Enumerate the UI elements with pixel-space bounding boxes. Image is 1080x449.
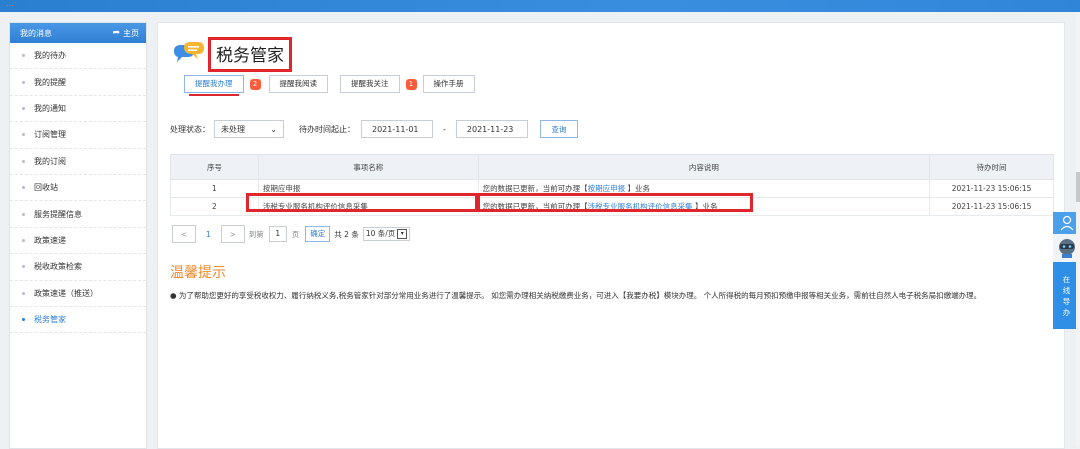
count-badge: 2 (249, 78, 261, 90)
sidebar-item-label: 我的提醒 (34, 77, 66, 87)
end-date-input[interactable]: 2021-11-23 (455, 120, 528, 138)
guide-char: 导 (1062, 296, 1071, 306)
page-input[interactable]: 1 (268, 226, 287, 242)
bullet-icon (22, 54, 25, 58)
bullet-icon (22, 212, 25, 216)
desc-text: 您的数据已更新，当前可办理【 (482, 184, 588, 193)
tab-remind-follow[interactable]: 提醒我关注 (340, 75, 400, 93)
sidebar-title: 我的消息 (20, 28, 52, 38)
tab-label: 提醒我关注 (351, 79, 389, 88)
guide-char: 办 (1062, 307, 1071, 317)
confirm-page-button[interactable]: 确定 (305, 226, 331, 242)
guide-char: 在 (1062, 274, 1071, 284)
sidebar-item-subscription-mgmt[interactable]: 订阅管理 (10, 122, 146, 149)
page-size-value: 10 条/页 (365, 229, 396, 238)
date-separator: - (443, 124, 446, 134)
sidebar-item-label: 订阅管理 (34, 130, 66, 140)
title-row: 税务管家 (172, 37, 292, 72)
tab-manual[interactable]: 操作手册 (422, 75, 475, 93)
sidebar-item-service-reminders[interactable]: 服务提醒信息 (10, 201, 146, 228)
tab-bar: 提醒我办理 2 提醒我阅读 提醒我关注 1 操作手册 (184, 75, 475, 96)
status-label: 处理状态： (170, 124, 210, 134)
col-header-time: 待办时间 (929, 154, 1054, 180)
home-label: 主页 (123, 28, 139, 38)
tab-remind-handle[interactable]: 提醒我办理 (184, 75, 244, 96)
highlight-box-name (246, 193, 478, 212)
scroll-thumb[interactable] (1076, 172, 1080, 202)
tip-title: 温馨提示 (170, 265, 226, 281)
tab-label: 提醒我办理 (195, 79, 233, 88)
sidebar-header: 我的消息 ➦ 主页 (10, 23, 146, 43)
next-page-button[interactable]: > (220, 225, 245, 243)
sidebar-item-notices[interactable]: 我的通知 (10, 96, 146, 123)
sidebar-item-policy-push[interactable]: 政策速递（推送） (10, 281, 146, 307)
bullet-icon (22, 159, 25, 163)
sidebar-item-label: 税收政策检索 (34, 262, 82, 272)
bullet-icon (22, 291, 25, 295)
highlight-box-desc (477, 193, 753, 212)
sidebar-item-label: 税务管家 (34, 315, 66, 325)
main-panel: 税务管家 提醒我办理 2 提醒我阅读 提醒我关注 1 操作手册 处理状态： 未处… (157, 22, 1065, 449)
active-tab-underline (189, 94, 239, 96)
sidebar-item-tax-butler[interactable]: 税务管家 (10, 307, 146, 334)
sidebar-item-label: 我的通知 (34, 103, 66, 113)
prev-page-button[interactable]: < (172, 225, 196, 243)
sidebar: 我的消息 ➦ 主页 我的待办 我的提醒 我的通知 订阅管理 我的订阅 回收站 服… (9, 22, 147, 449)
page-scrollbar[interactable] (1076, 12, 1080, 447)
tip-text: ● 为了帮助您更好的享受税收权力、履行纳税义务,税务管家针对部分常用业务进行了温… (170, 291, 982, 300)
tab-label: 操作手册 (433, 79, 464, 88)
sidebar-item-recycle-bin[interactable]: 回收站 (10, 175, 146, 202)
sidebar-item-policy-express[interactable]: 政策速递 (10, 228, 146, 255)
start-date-input[interactable]: 2021-11-01 (361, 120, 433, 138)
bullet-icon (22, 80, 25, 84)
business-link[interactable]: 按期应申报 (588, 184, 626, 193)
dropdown-arrow-icon: ▾ (397, 229, 408, 239)
total-count: 共 2 条 (334, 229, 359, 239)
sidebar-item-label: 我的订阅 (34, 156, 66, 166)
col-header-no: 序号 (170, 154, 259, 180)
sidebar-item-label: 回收站 (34, 183, 58, 193)
bullet-icon (22, 265, 25, 269)
status-select[interactable]: 未处理 ⌄ (214, 120, 284, 138)
desc-text: 】业务 (625, 184, 651, 193)
sidebar-item-reminders[interactable]: 我的提醒 (10, 69, 146, 96)
query-button[interactable]: 查询 (539, 120, 578, 138)
page-title: 税务管家 (208, 37, 292, 72)
sidebar-item-my-subscriptions[interactable]: 我的订阅 (10, 149, 146, 175)
table-header-row: 序号 事项名称 内容说明 待办时间 (170, 154, 1054, 180)
bullet-icon (22, 133, 25, 137)
page-unit-label: 页 (291, 229, 300, 239)
tab-label: 提醒我阅读 (279, 79, 318, 88)
tab-remind-read[interactable]: 提醒我阅读 (268, 75, 328, 93)
sidebar-item-label: 我的待办 (34, 51, 66, 61)
home-link[interactable]: ➦ 主页 (112, 28, 139, 39)
guide-char: 线 (1062, 285, 1071, 295)
sidebar-item-todo[interactable]: 我的待办 (10, 43, 146, 70)
col-header-name: 事项名称 (257, 154, 479, 180)
top-bar: ... (0, 0, 1080, 12)
bullet-icon (22, 238, 25, 242)
sidebar-item-label: 服务提醒信息 (34, 209, 82, 219)
bullet-icon (22, 106, 25, 110)
status-select-value: 未处理 (221, 124, 245, 134)
col-header-desc: 内容说明 (477, 154, 931, 180)
bullet-icon (22, 318, 25, 322)
count-badge: 1 (405, 78, 417, 90)
filter-bar: 处理状态： 未处理 ⌄ 待办时间起止： 2021-11-01 - 2021-11… (170, 120, 578, 138)
chat-bubbles-icon (172, 41, 206, 69)
sidebar-item-label: 政策速递 (34, 235, 66, 245)
cell-time: 2021-11-23 15:06:15 (929, 197, 1054, 216)
page-size-select[interactable]: 10 条/页 ▾ (362, 227, 411, 241)
time-range-label: 待办时间起止： (299, 124, 355, 134)
bullet-icon (22, 186, 25, 190)
brand: ... (6, 0, 14, 8)
goto-label: 到第 (248, 229, 264, 239)
pagination: < 1 > 到第 1 页 确定 共 2 条 10 条/页 ▾ (172, 225, 411, 243)
sidebar-item-policy-search[interactable]: 税收政策检索 (10, 254, 146, 281)
home-arrow-icon: ➦ (112, 28, 120, 38)
chevron-down-icon: ⌄ (270, 124, 277, 134)
sidebar-item-label: 政策速递（推送） (34, 288, 98, 298)
cell-time: 2021-11-23 15:06:15 (929, 179, 1054, 198)
page-number[interactable]: 1 (206, 230, 211, 239)
